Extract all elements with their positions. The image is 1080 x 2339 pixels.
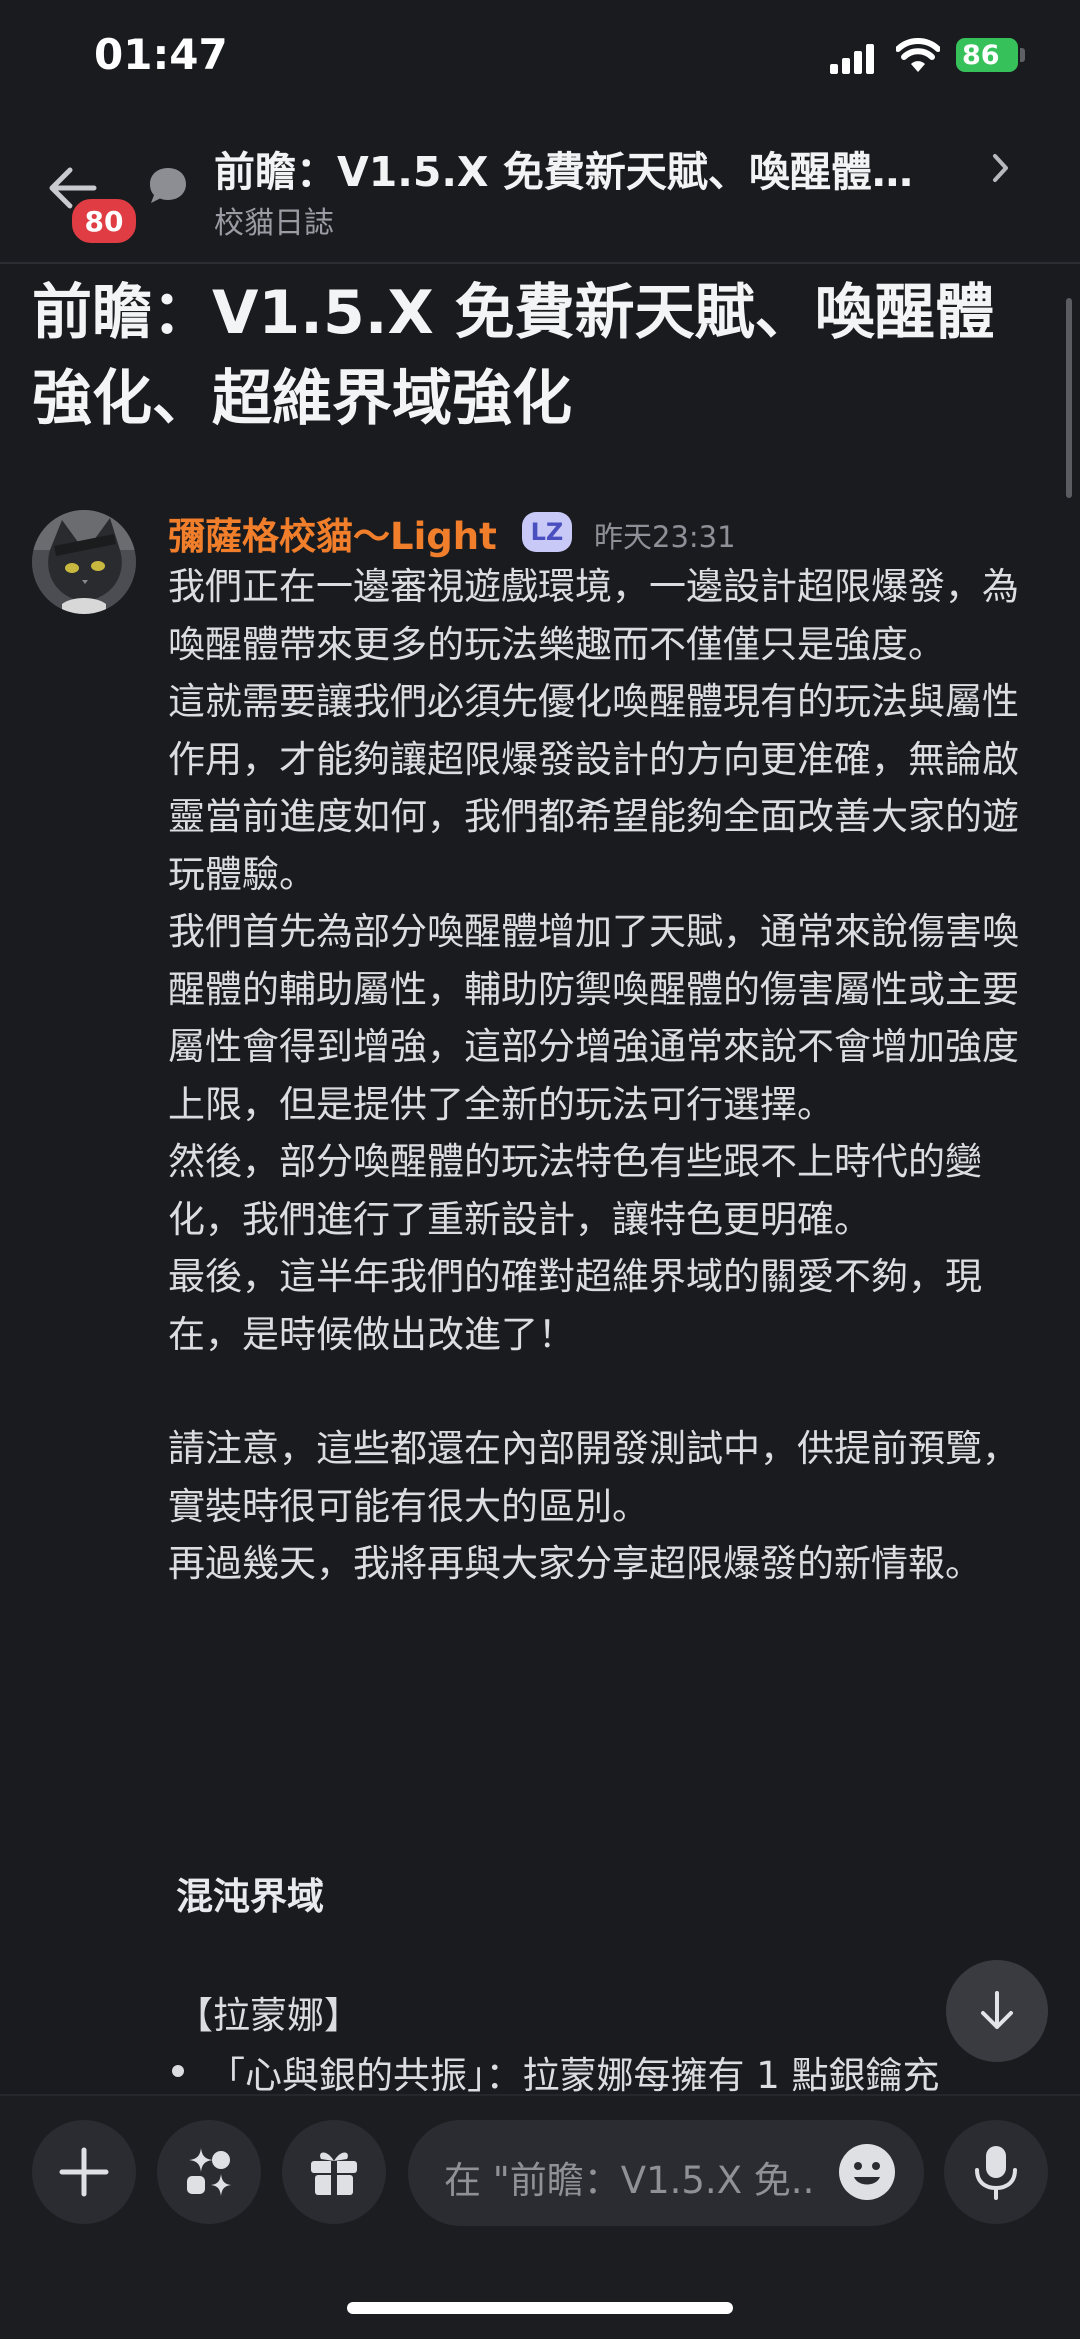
- scrollbar[interactable]: [1066, 298, 1072, 498]
- subsection-heading: 【拉蒙娜】: [176, 1994, 361, 2037]
- post-title-line: 強化、超維界域強化: [32, 364, 572, 434]
- battery-level: 86: [962, 39, 1000, 71]
- apps-sparkle-icon: [187, 2148, 231, 2196]
- channel-name[interactable]: 校貓日誌: [214, 198, 334, 242]
- chevron-right-icon[interactable]: [990, 150, 1012, 186]
- message-paragraph: 請注意，這些都還在內部開發測試中，供提前預覽，實裝時很可能有很大的區別。: [168, 1427, 1019, 1528]
- avatar[interactable]: [32, 510, 136, 614]
- message-paragraph: 這就需要讓我們必須先優化喚醒體現有的玩法與屬性作用，才能夠讓超限爆發設計的方向更…: [168, 680, 1019, 896]
- post-title: 前瞻：V1.5.X 免費新天賦、喚醒體 強化、超維界域強化: [32, 270, 1042, 442]
- post-title-line: 前瞻：V1.5.X 免費新天賦、喚醒體: [32, 278, 995, 348]
- header-divider: [0, 262, 1080, 264]
- wifi-icon: [896, 38, 940, 72]
- message-body: 我們正在一邊審視遊戲環境，一邊設計超限爆發，為喚醒體帶來更多的玩法樂趣而不僅僅只…: [168, 558, 1048, 1593]
- plus-icon: [59, 2147, 109, 2197]
- message-paragraph: 我們首先為部分喚醒體增加了天賦，通常來說傷害喚醒體的輔助屬性，輔助防禦喚醒體的傷…: [168, 910, 1019, 1126]
- cellular-signal-icon: [830, 44, 874, 74]
- arrow-down-icon: [981, 1991, 1013, 2029]
- apps-button[interactable]: [157, 2120, 261, 2224]
- message-paragraph: 最後，這半年我們的確對超維界域的關愛不夠，現在，是時候做出改進了！: [168, 1255, 982, 1356]
- unread-count-badge: 80: [69, 196, 139, 246]
- microphone-icon: [975, 2146, 1017, 2200]
- list-item: 「心與銀的共振」：拉蒙娜每擁有 1 點銀鑰充: [168, 2045, 940, 2099]
- message-timestamp: 昨天23:31: [594, 520, 736, 554]
- cat-avatar-image: [32, 510, 136, 614]
- scroll-down-button[interactable]: [946, 1960, 1048, 2062]
- list-item-text: 「心與銀的共振」：拉蒙娜每擁有 1 點銀鑰充: [208, 2054, 940, 2097]
- author-tag-badge: LZ: [522, 512, 572, 552]
- emoji-icon[interactable]: [836, 2141, 898, 2203]
- message-paragraph: 然後，部分喚醒體的玩法特色有些跟不上時代的變化，我們進行了重新設計，讓特色更明確…: [168, 1140, 982, 1241]
- battery-tip: [1020, 48, 1025, 62]
- message-paragraph: 再過幾天，我將再與大家分享超限爆發的新情報。: [168, 1542, 982, 1585]
- thread-title[interactable]: 前瞻：V1.5.X 免費新天賦、喚醒體…: [214, 138, 1004, 198]
- add-attachment-button[interactable]: [32, 2120, 136, 2224]
- author-name[interactable]: 彌薩格校貓～Light: [168, 506, 497, 560]
- status-time: 01:47: [94, 30, 228, 79]
- message-paragraph: 我們正在一邊審視遊戲環境，一邊設計超限爆發，為喚醒體帶來更多的玩法樂趣而不僅僅只…: [168, 565, 1019, 666]
- section-heading: 混沌界域: [176, 1875, 324, 1918]
- gift-button[interactable]: [282, 2120, 386, 2224]
- message-input-placeholder: 在 "前瞻：V1.5.X 免..: [444, 2159, 815, 2202]
- home-indicator[interactable]: [347, 2302, 733, 2314]
- chat-bubble-icon: [150, 168, 186, 203]
- battery-indicator: 86: [956, 38, 1018, 72]
- status-bar: 01:47 86: [0, 0, 1080, 120]
- voice-message-button[interactable]: [944, 2120, 1048, 2224]
- gift-icon: [311, 2152, 357, 2195]
